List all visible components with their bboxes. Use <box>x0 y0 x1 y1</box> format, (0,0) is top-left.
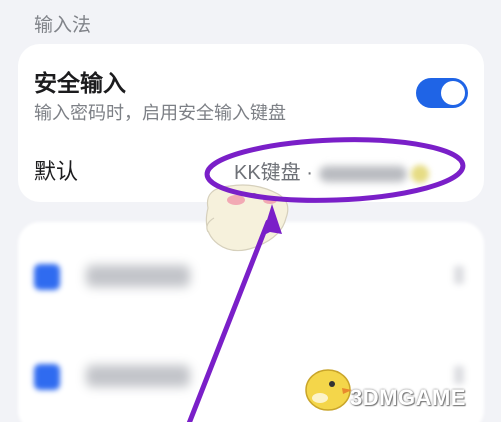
keyboard-mascot-icon <box>205 184 289 252</box>
blurred-keyboard-name <box>318 165 407 182</box>
watermark-logo <box>305 369 352 411</box>
blurred-list-label <box>86 265 190 287</box>
default-keyboard-label: 默认 <box>34 159 79 184</box>
chevron-right-icon <box>454 266 464 284</box>
secure-input-title: 安全输入 <box>34 70 126 96</box>
section-title: 输入法 <box>34 15 92 36</box>
watermark-text: 3DMGAME <box>350 385 466 410</box>
blurred-list-label <box>86 365 190 387</box>
toggle-knob <box>441 81 465 105</box>
blurred-emoji <box>410 164 429 183</box>
checkbox[interactable] <box>34 264 60 290</box>
checkbox[interactable] <box>34 364 60 390</box>
chevron-right-icon <box>454 366 464 384</box>
secure-input-subtitle: 输入密码时，启用安全输入键盘 <box>34 103 286 123</box>
chevron-right-icon: › <box>458 150 466 177</box>
list-item[interactable] <box>34 256 464 296</box>
secure-input-toggle[interactable] <box>416 78 468 108</box>
